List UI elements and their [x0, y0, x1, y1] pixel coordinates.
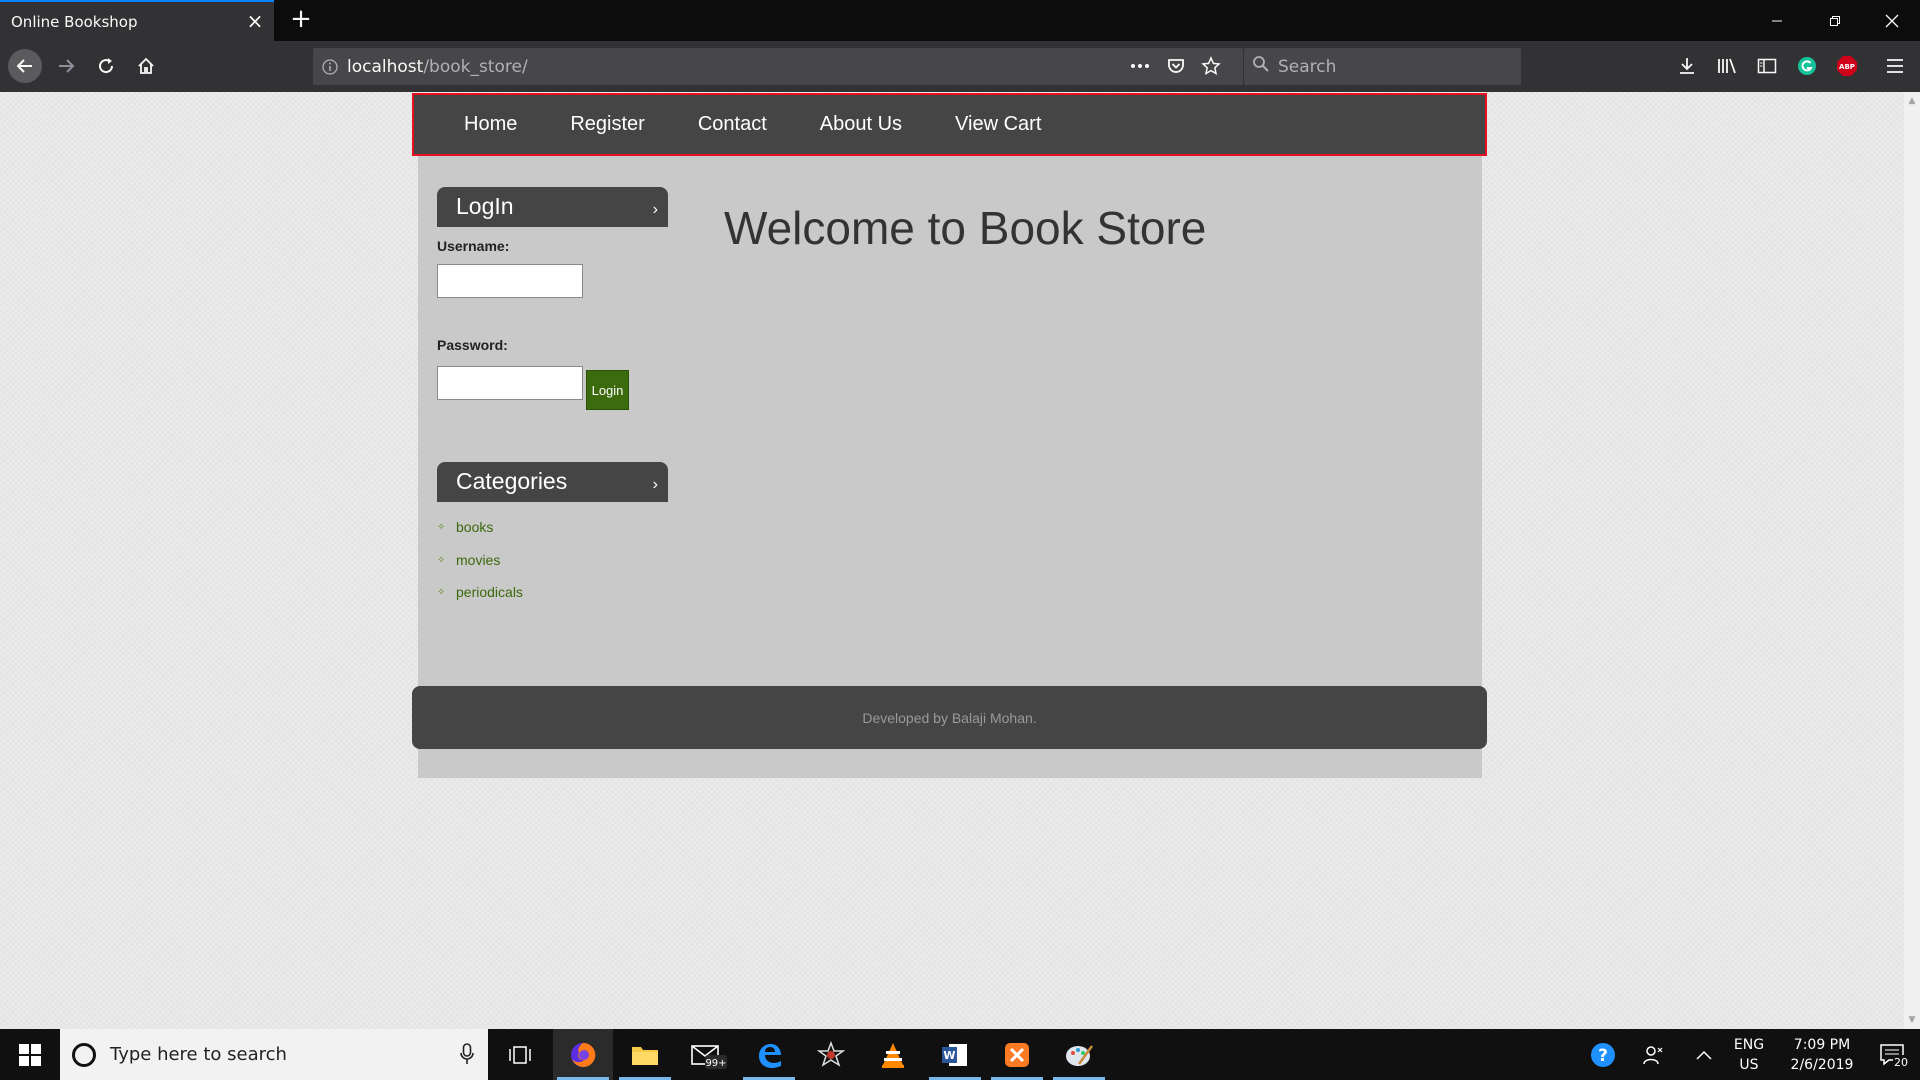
search-input[interactable] [1278, 56, 1498, 77]
word-icon[interactable]: W [925, 1029, 985, 1080]
download-icon[interactable] [1670, 49, 1704, 83]
xampp-icon[interactable] [987, 1029, 1047, 1080]
reload-icon[interactable] [89, 49, 123, 83]
nav-contact[interactable]: Contact [698, 113, 767, 136]
category-link-movies[interactable]: movies [456, 552, 500, 568]
nav-register[interactable]: Register [570, 113, 644, 136]
library-icon[interactable] [1710, 49, 1744, 83]
username-input[interactable] [437, 264, 583, 298]
chevron-right-icon: › [652, 201, 658, 218]
login-heading-text: LogIn [456, 193, 514, 219]
mail-badge: 99+ [705, 1058, 726, 1069]
login-heading: LogIn › [437, 187, 668, 227]
notification-center-icon[interactable]: 20 [1868, 1029, 1920, 1080]
svg-text:?: ? [1598, 1046, 1608, 1066]
tab-close-icon[interactable]: × [244, 10, 266, 32]
region-code: US [1739, 1057, 1759, 1073]
page-title: Welcome to Book Store [724, 202, 1207, 254]
chevron-right-icon: › [652, 476, 658, 493]
clock[interactable]: 7:09 PM 2/6/2019 [1772, 1035, 1872, 1075]
tab-online-bookshop[interactable]: Online Bookshop × [0, 0, 274, 41]
forward-icon[interactable] [49, 49, 83, 83]
categories-heading-text: Categories [456, 468, 568, 494]
taskbar-search[interactable]: Type here to search [60, 1029, 488, 1080]
language-code: ENG [1733, 1037, 1765, 1053]
restore-icon[interactable] [1815, 8, 1855, 34]
firefox-taskbar-icon[interactable] [553, 1029, 613, 1080]
password-input[interactable] [437, 366, 583, 400]
search-icon [1252, 55, 1270, 78]
footer-text: Developed by Balaji Mohan. [862, 709, 1037, 726]
vertical-scrollbar[interactable]: ▲ ▼ [1904, 92, 1920, 1029]
new-tab-icon[interactable]: + [288, 6, 314, 34]
page-viewport: Home Register Contact About Us View Cart… [0, 92, 1904, 1029]
bookmark-star-icon[interactable] [1201, 56, 1221, 81]
bullet-icon: ✧ [437, 586, 446, 598]
edge-icon[interactable] [739, 1029, 799, 1080]
puzzle-app-icon[interactable] [801, 1029, 861, 1080]
minimize-icon[interactable] [1757, 8, 1797, 34]
microphone-icon[interactable] [460, 1043, 474, 1070]
url-host: localhost [347, 56, 424, 77]
browser-toolbar: localhost/book_store/ ABP [0, 41, 1920, 92]
category-item[interactable]: ✧ movies [437, 552, 500, 568]
username-label: Username: [437, 238, 510, 254]
mail-icon[interactable]: 99+ [679, 1029, 739, 1080]
sidebar-icon[interactable] [1750, 49, 1784, 83]
file-explorer-icon[interactable] [615, 1029, 675, 1080]
people-icon[interactable] [1633, 1029, 1673, 1080]
search-box[interactable] [1244, 48, 1521, 85]
svg-text:W: W [943, 1049, 955, 1062]
help-icon[interactable]: ? [1583, 1029, 1623, 1080]
category-item[interactable]: ✧ periodicals [437, 584, 523, 600]
home-icon[interactable] [129, 49, 163, 83]
pocket-icon[interactable] [1166, 56, 1186, 81]
bullet-icon: ✧ [437, 554, 446, 566]
language-indicator[interactable]: ENG US [1727, 1035, 1771, 1075]
vlc-icon[interactable] [863, 1029, 923, 1080]
grammarly-icon[interactable] [1790, 49, 1824, 83]
login-button[interactable]: Login [586, 370, 629, 410]
windows-start-icon[interactable] [0, 1029, 60, 1080]
page-actions-icon[interactable] [1129, 56, 1151, 81]
category-link-periodicals[interactable]: periodicals [456, 584, 523, 600]
nav-home[interactable]: Home [464, 113, 517, 136]
close-window-icon[interactable] [1872, 8, 1912, 34]
category-link-books[interactable]: books [456, 519, 493, 535]
page-footer: Developed by Balaji Mohan. [412, 686, 1487, 749]
paint-icon[interactable] [1049, 1029, 1109, 1080]
clock-date: 2/6/2019 [1790, 1057, 1854, 1073]
nav-view-cart[interactable]: View Cart [955, 113, 1041, 136]
tab-bar: Online Bookshop × + [0, 0, 1920, 41]
tab-title: Online Bookshop [11, 12, 138, 31]
adblock-icon[interactable]: ABP [1830, 49, 1864, 83]
scroll-up-icon[interactable]: ▲ [1907, 96, 1917, 106]
clock-time: 7:09 PM [1793, 1037, 1851, 1053]
notification-count: 20 [1894, 1056, 1908, 1068]
taskbar: Type here to search 99+ W ? ENG US 7:09 … [0, 1029, 1920, 1080]
cortana-icon [72, 1042, 96, 1067]
main-nav: Home Register Contact About Us View Cart [412, 93, 1487, 156]
content-area: LogIn › Username: Password: Login Catego… [418, 156, 1482, 778]
chevron-up-icon[interactable] [1684, 1029, 1724, 1080]
url-path: /book_store/ [423, 56, 528, 77]
back-icon[interactable] [8, 49, 42, 83]
svg-text:ABP: ABP [1839, 63, 1855, 71]
categories-heading: Categories › [437, 462, 668, 502]
taskbar-search-placeholder: Type here to search [110, 1044, 287, 1065]
category-item[interactable]: ✧ books [437, 519, 493, 535]
site-info-icon[interactable] [313, 58, 347, 75]
address-bar[interactable]: localhost/book_store/ [313, 48, 1243, 85]
scroll-down-icon[interactable]: ▼ [1907, 1015, 1917, 1025]
password-label: Password: [437, 337, 508, 353]
menu-icon[interactable] [1878, 49, 1912, 83]
nav-about-us[interactable]: About Us [820, 113, 902, 136]
bullet-icon: ✧ [437, 521, 446, 533]
task-view-icon[interactable] [490, 1029, 550, 1080]
